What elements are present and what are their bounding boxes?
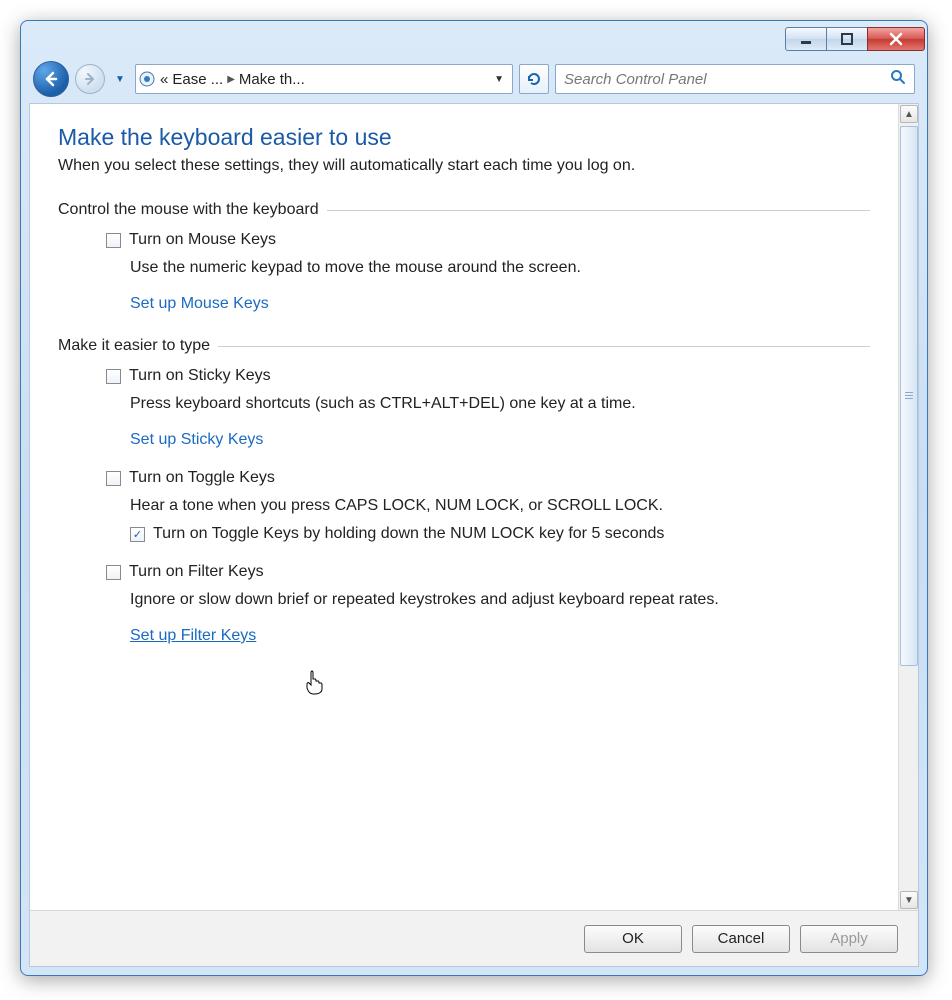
toggle-keys-numlock-label[interactable]: Turn on Toggle Keys by holding down the … — [153, 525, 664, 543]
close-button[interactable] — [867, 27, 925, 51]
chevron-right-icon[interactable]: ▶ — [227, 74, 235, 85]
filter-keys-description: Ignore or slow down brief or repeated ke… — [130, 591, 870, 609]
breadcrumb-prefix: « — [160, 71, 168, 88]
forward-arrow-icon — [83, 72, 97, 86]
toggle-keys-checkbox[interactable] — [106, 471, 121, 486]
back-arrow-icon — [42, 70, 60, 88]
window-frame: ▼ « Ease ... ▶ Make th... ▼ Search Contr… — [20, 20, 928, 976]
control-panel-icon — [138, 70, 156, 88]
refresh-button[interactable] — [519, 64, 549, 94]
scroll-down-button[interactable]: ▼ — [900, 891, 918, 909]
group-type-heading: Make it easier to type — [58, 337, 210, 355]
navigation-bar: ▼ « Ease ... ▶ Make th... ▼ Search Contr… — [21, 55, 927, 103]
setup-mouse-keys-link[interactable]: Set up Mouse Keys — [130, 295, 269, 313]
setup-sticky-keys-link[interactable]: Set up Sticky Keys — [130, 431, 263, 449]
forward-button[interactable] — [75, 64, 105, 94]
mouse-keys-description: Use the numeric keypad to move the mouse… — [130, 259, 870, 277]
sticky-keys-label[interactable]: Turn on Sticky Keys — [129, 367, 271, 385]
client-area: Make the keyboard easier to use When you… — [29, 103, 919, 967]
sticky-keys-checkbox[interactable] — [106, 369, 121, 384]
maximize-icon — [841, 33, 853, 45]
history-dropdown[interactable]: ▼ — [111, 70, 129, 88]
toggle-keys-description: Hear a tone when you press CAPS LOCK, NU… — [130, 497, 870, 515]
cancel-button[interactable]: Cancel — [692, 925, 790, 953]
breadcrumb-root[interactable]: Ease ... — [172, 71, 223, 88]
content-pane: Make the keyboard easier to use When you… — [30, 104, 898, 910]
filter-keys-label[interactable]: Turn on Filter Keys — [129, 563, 264, 581]
sticky-keys-description: Press keyboard shortcuts (such as CTRL+A… — [130, 395, 870, 413]
maximize-button[interactable] — [826, 27, 868, 51]
address-bar[interactable]: « Ease ... ▶ Make th... ▼ — [135, 64, 513, 94]
back-button[interactable] — [33, 61, 69, 97]
cursor-hand-icon — [304, 669, 326, 695]
mouse-keys-checkbox[interactable] — [106, 233, 121, 248]
search-box[interactable]: Search Control Panel — [555, 64, 915, 94]
apply-button[interactable]: Apply — [800, 925, 898, 953]
divider — [218, 346, 870, 347]
minimize-icon — [800, 33, 812, 45]
toggle-keys-label[interactable]: Turn on Toggle Keys — [129, 469, 275, 487]
minimize-button[interactable] — [785, 27, 827, 51]
scroll-thumb[interactable] — [900, 126, 918, 666]
titlebar — [21, 21, 927, 55]
group-easier-type: Make it easier to type Turn on Sticky Ke… — [58, 337, 870, 645]
divider — [327, 210, 870, 211]
address-dropdown[interactable]: ▼ — [490, 74, 508, 85]
search-icon[interactable] — [890, 69, 906, 90]
toggle-keys-numlock-checkbox[interactable]: ✓ — [130, 527, 145, 542]
vertical-scrollbar[interactable]: ▲ ▼ — [898, 104, 918, 910]
group-mouse-heading: Control the mouse with the keyboard — [58, 201, 319, 219]
breadcrumb-current[interactable]: Make th... — [239, 71, 305, 88]
page-title: Make the keyboard easier to use — [58, 124, 870, 151]
group-mouse-keys: Control the mouse with the keyboard Turn… — [58, 201, 870, 313]
dialog-footer: OK Cancel Apply — [30, 910, 918, 966]
refresh-icon — [526, 71, 542, 87]
ok-button[interactable]: OK — [584, 925, 682, 953]
search-placeholder: Search Control Panel — [564, 71, 707, 88]
close-icon — [889, 32, 903, 46]
scroll-up-button[interactable]: ▲ — [900, 105, 918, 123]
filter-keys-checkbox[interactable] — [106, 565, 121, 580]
setup-filter-keys-link[interactable]: Set up Filter Keys — [130, 627, 256, 645]
mouse-keys-label[interactable]: Turn on Mouse Keys — [129, 231, 276, 249]
page-subtitle: When you select these settings, they wil… — [58, 157, 870, 175]
